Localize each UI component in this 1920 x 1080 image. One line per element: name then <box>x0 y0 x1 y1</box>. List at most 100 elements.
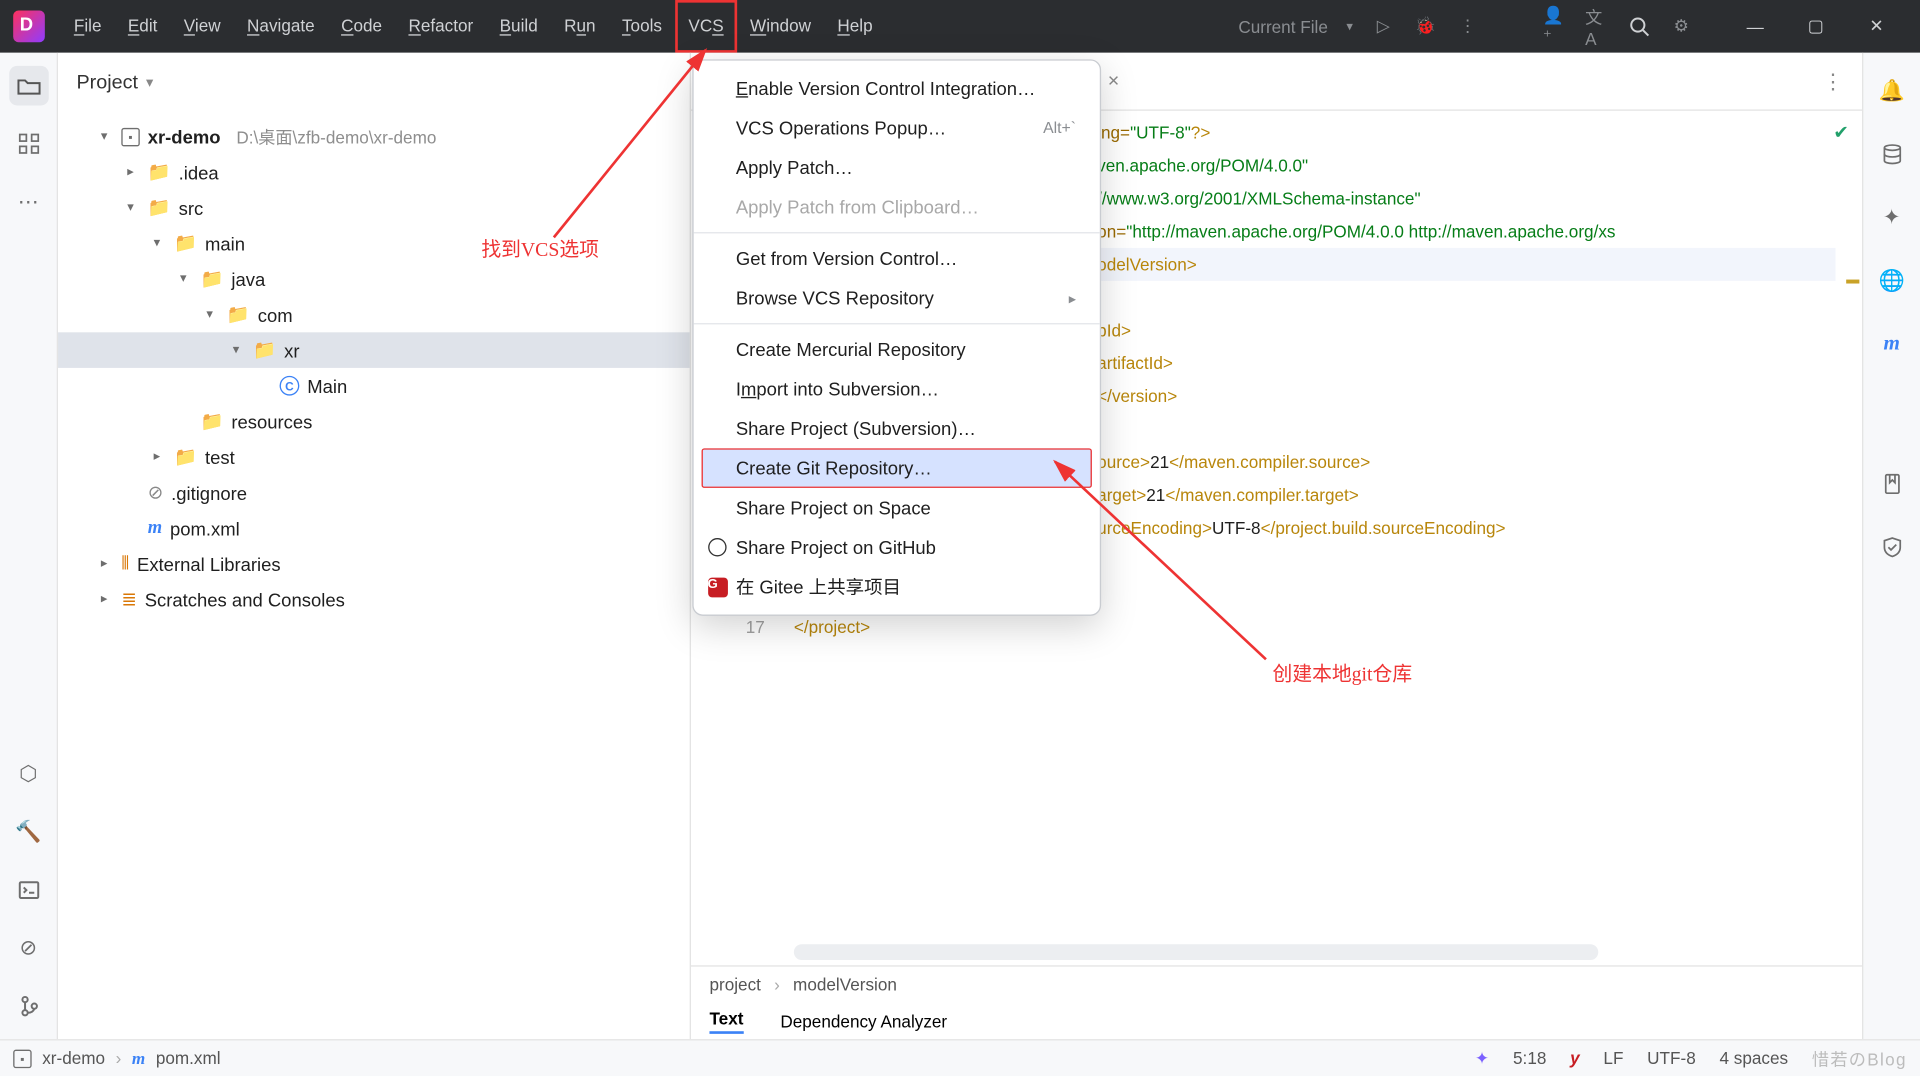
menu-code[interactable]: Code <box>328 0 395 53</box>
tree-xr[interactable]: ▾📁xr <box>58 332 690 368</box>
tree-label: .gitignore <box>171 482 247 503</box>
maven-tool-icon[interactable]: m <box>1872 324 1912 364</box>
vcs-enable-integration[interactable]: Enable Version Control Integration… <box>694 69 1100 109</box>
project-header-label: Project <box>76 71 138 93</box>
vcs-apply-patch-clipboard: Apply Patch from Clipboard… <box>694 187 1100 227</box>
terminal-icon[interactable] <box>9 870 49 910</box>
tree-test[interactable]: ▸📁test <box>58 439 690 475</box>
encoding[interactable]: UTF-8 <box>1647 1048 1696 1068</box>
database-icon[interactable] <box>1872 135 1912 175</box>
tree-ext-lib[interactable]: ▸⫴External Libraries <box>58 546 690 582</box>
run-icon[interactable]: ▷ <box>1371 15 1395 39</box>
horizontal-scrollbar[interactable] <box>794 944 1598 960</box>
more-icon[interactable]: ⋮ <box>1456 15 1480 39</box>
vcs-share-github[interactable]: Share Project on GitHub <box>694 527 1100 567</box>
line-separator[interactable]: LF <box>1603 1048 1623 1068</box>
indent-info[interactable]: 4 spaces <box>1719 1048 1788 1068</box>
tab-close-icon[interactable]: × <box>1108 70 1120 92</box>
vcs-create-git-repo[interactable]: Create Git Repository… <box>702 448 1092 488</box>
menu-window[interactable]: Window <box>737 0 824 53</box>
chevron-down-icon: ▾ <box>1346 19 1353 34</box>
vcs-share-svn[interactable]: Share Project (Subversion)… <box>694 409 1100 449</box>
menu-tools[interactable]: Tools <box>609 0 675 53</box>
tree-java[interactable]: ▾📁java <box>58 261 690 297</box>
more-tools-icon[interactable]: ⋯ <box>9 182 49 222</box>
vcs-operations-popup[interactable]: VCS Operations Popup…Alt+` <box>694 108 1100 148</box>
tree-resources[interactable]: 📁resources <box>58 404 690 440</box>
editor-breadcrumb: project › modelVersion <box>691 965 1862 1002</box>
menu-view[interactable]: View <box>171 0 234 53</box>
main-menu: File Edit View Navigate Code Refactor Bu… <box>61 0 886 53</box>
menu-run[interactable]: Run <box>551 0 609 53</box>
tab-text[interactable]: Text <box>709 1008 743 1033</box>
structure-tool-icon[interactable] <box>9 124 49 164</box>
tree-label: xr-demo <box>148 126 221 147</box>
tree-path: D:\桌面\zfb-demo\xr-demo <box>236 124 436 149</box>
tree-scratch[interactable]: ▸≣Scratches and Consoles <box>58 582 690 618</box>
menu-build[interactable]: Build <box>486 0 551 53</box>
tree-src[interactable]: ▾📁src <box>58 190 690 226</box>
project-tool-icon[interactable] <box>9 66 49 106</box>
warning-marker[interactable] <box>1846 280 1859 284</box>
tree-label: main <box>205 233 245 254</box>
tree-root[interactable]: ▾▪xr-demoD:\桌面\zfb-demo\xr-demo <box>58 119 690 155</box>
ai-icon[interactable]: ✦ <box>1872 198 1912 238</box>
run-config-selector[interactable]: Current File <box>1238 16 1328 36</box>
editor-bottom-tabs: Text Dependency Analyzer <box>691 1002 1862 1039</box>
tree-gitignore[interactable]: ⊘.gitignore <box>58 475 690 511</box>
tree-label: java <box>231 268 265 289</box>
tree-main-class[interactable]: CMain <box>58 368 690 404</box>
vcs-create-hg[interactable]: Create Mercurial Repository <box>694 330 1100 370</box>
menu-navigate[interactable]: Navigate <box>234 0 328 53</box>
notifications-icon[interactable]: 🔔 <box>1872 71 1912 111</box>
vcs-apply-patch[interactable]: Apply Patch… <box>694 148 1100 188</box>
minimize-button[interactable]: ― <box>1725 0 1786 53</box>
project-panel: Project ▾ ▾▪xr-demoD:\桌面\zfb-demo\xr-dem… <box>58 53 691 1039</box>
editor-more-icon[interactable]: ⋮ <box>1822 68 1862 94</box>
right-tool-strip: 🔔 ✦ 🌐 m <box>1862 53 1920 1039</box>
close-button[interactable]: ✕ <box>1846 0 1907 53</box>
vcs-browse-repo[interactable]: Browse VCS Repository▸ <box>694 278 1100 318</box>
status-breadcrumb-root[interactable]: xr-demo <box>42 1048 105 1068</box>
bookmark-icon[interactable] <box>1872 464 1912 504</box>
settings-icon[interactable]: ⚙ <box>1669 15 1693 39</box>
services-icon[interactable]: ⬡ <box>9 754 49 794</box>
menu-help[interactable]: Help <box>824 0 886 53</box>
code-with-me-icon[interactable]: 👤⁺ <box>1543 15 1567 39</box>
tree-idea[interactable]: ▸📁.idea <box>58 154 690 190</box>
yiyan-icon[interactable]: y <box>1570 1048 1580 1068</box>
translate-icon[interactable]: 文A <box>1585 15 1609 39</box>
tree-com[interactable]: ▾📁com <box>58 297 690 333</box>
menu-edit[interactable]: Edit <box>115 0 171 53</box>
tree-label: External Libraries <box>137 553 281 574</box>
caret-position[interactable]: 5:18 <box>1513 1048 1546 1068</box>
maximize-button[interactable]: ▢ <box>1786 0 1847 53</box>
menu-refactor[interactable]: Refactor <box>395 0 486 53</box>
vcs-import-svn[interactable]: Import into Subversion… <box>694 369 1100 409</box>
tab-dependency-analyzer[interactable]: Dependency Analyzer <box>780 1011 947 1031</box>
search-icon[interactable] <box>1627 15 1651 39</box>
inspection-ok-icon[interactable]: ✔ <box>1833 121 1848 143</box>
breadcrumb-item[interactable]: modelVersion <box>793 975 897 995</box>
tree-label: com <box>258 304 293 325</box>
ai-status-icon[interactable]: ✦ <box>1475 1048 1489 1069</box>
menu-file[interactable]: File <box>61 0 115 53</box>
vcs-get-from-vc[interactable]: Get from Version Control… <box>694 239 1100 279</box>
title-bar: File Edit View Navigate Code Refactor Bu… <box>0 0 1920 53</box>
vcs-tool-icon[interactable] <box>9 986 49 1026</box>
build-tool-icon[interactable]: 🔨 <box>9 812 49 852</box>
tree-label: Main <box>307 375 347 396</box>
vcs-share-gitee[interactable]: G在 Gitee 上共享项目 <box>694 567 1100 607</box>
menu-vcs[interactable]: VCS <box>675 0 737 53</box>
problems-icon[interactable]: ⊘ <box>9 928 49 968</box>
project-header[interactable]: Project ▾ <box>58 53 690 111</box>
status-breadcrumb-file[interactable]: pom.xml <box>156 1048 221 1068</box>
tree-pom[interactable]: mpom.xml <box>58 510 690 546</box>
debug-icon[interactable]: 🐞 <box>1414 15 1438 39</box>
breadcrumb-item[interactable]: project <box>709 975 760 995</box>
annotation-create-git: 创建本地git仓库 <box>1273 659 1413 687</box>
shield-icon[interactable] <box>1872 527 1912 567</box>
vcs-share-space[interactable]: Share Project on Space <box>694 488 1100 528</box>
web-icon[interactable]: 🌐 <box>1872 261 1912 301</box>
tree-label: test <box>205 446 235 467</box>
